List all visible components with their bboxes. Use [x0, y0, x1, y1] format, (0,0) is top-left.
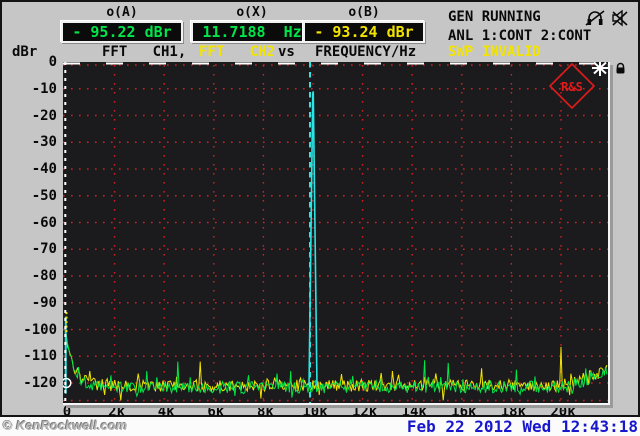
grid-lines — [63, 64, 608, 403]
y-tick-label: -120 — [23, 375, 57, 391]
analyzer-status: ANL 1:CONT 2:CONT — [448, 28, 592, 44]
cursor-a-value-box: - 95.22 dBr — [61, 21, 183, 43]
y-tick-label: -110 — [23, 348, 57, 365]
footer-strip: © KenRockwell.com Feb 22 2012 Wed 12:43:… — [0, 417, 640, 436]
y-tick-label: -90 — [31, 294, 57, 311]
y-tick-label: -80 — [31, 268, 57, 284]
x-axis-title: FREQUENCY/Hz — [315, 44, 417, 60]
y-tick-label: -30 — [31, 134, 57, 151]
cursor-a-value: - 95.22 dBr — [72, 23, 172, 41]
y-tick-label: -70 — [31, 241, 57, 258]
cursor-x-value-box: 11.7188 Hz — [191, 21, 313, 43]
rs-logo-text: R&S — [561, 80, 583, 94]
star-icon — [592, 62, 608, 76]
lock-icon — [614, 62, 627, 75]
cursor-b-value: - 93.24 dBr — [314, 23, 414, 41]
cursor-x-value: 11.7188 Hz — [202, 23, 302, 41]
y-tick-label: -60 — [31, 214, 57, 231]
y-tick-label: -100 — [23, 321, 57, 338]
trace1-label: FFT CH1, — [102, 44, 187, 60]
cursor-lines — [63, 62, 318, 403]
vs-label: vs — [278, 44, 295, 60]
sweep-status: SWP INVALID — [448, 44, 541, 60]
y-tick-label: -40 — [31, 161, 57, 177]
y-tick-label: -20 — [31, 107, 57, 124]
y-tick-label: -50 — [31, 187, 57, 204]
rohde-schwarz-logo: R&S — [548, 62, 596, 110]
watermark: © KenRockwell.com — [3, 418, 128, 433]
cursor-b-label: o(B) — [348, 5, 380, 20]
cursor-x-label: o(X) — [236, 5, 268, 20]
cursor-b-value-box: - 93.24 dBr — [303, 21, 425, 43]
datetime-display: Feb 22 2012 Wed 12:43:18 — [406, 417, 638, 436]
analyzer-screen: o(A) o(X) o(B) - 95.22 dBr 11.7188 Hz - … — [0, 0, 640, 420]
spectrum-plot: R&S — [63, 62, 610, 405]
generator-status: GEN RUNNING — [448, 9, 541, 25]
y-tick-label: -10 — [31, 80, 57, 97]
headphones-muted-icon — [585, 10, 605, 27]
y-tick-label: 0 — [48, 54, 57, 70]
trace2-label: FFT CH2 — [199, 44, 275, 60]
speaker-muted-icon — [611, 10, 629, 27]
cursor-a-label: o(A) — [106, 5, 138, 20]
